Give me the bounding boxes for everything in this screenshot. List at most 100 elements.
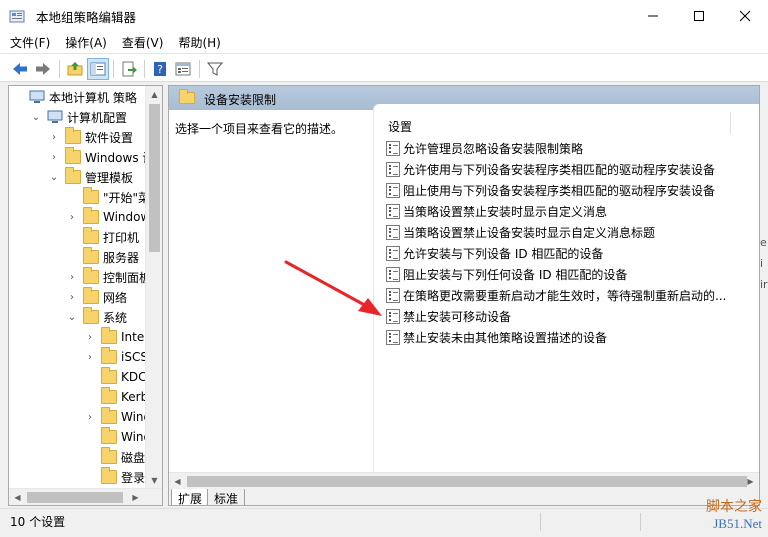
chevron-down-icon[interactable]: ⌄ [47,170,61,184]
filter-button[interactable] [204,58,226,80]
folder-icon [179,89,195,104]
tree-item[interactable]: 登录 [83,467,145,487]
scroll-left-arrow-icon[interactable]: ◀ [169,473,186,490]
folder-icon [101,347,117,364]
menu-action[interactable]: 操作(A) [65,34,107,51]
tree-item[interactable]: › Windows [65,207,157,227]
column-header-setting[interactable]: 设置 [388,118,412,135]
folder-icon [83,247,99,264]
computer-icon [47,110,63,124]
description-text: 选择一个项目来查看它的描述。 [175,122,344,136]
chevron-right-icon[interactable]: › [83,410,97,424]
setting-row[interactable]: 阻止安装与下列任何设备 ID 相匹配的设备 [386,264,627,284]
folder-icon [83,287,99,304]
tree-item[interactable]: 服务器 [65,247,139,267]
tree-vscroll-thumb[interactable] [149,104,160,252]
tree-item-label: 登录 [121,470,146,485]
setting-row[interactable]: 允许管理员忽略设备安装限制策略 [386,138,583,158]
setting-row[interactable]: 禁止安装未由其他策略设置描述的设备 [386,327,607,347]
tab-standard[interactable]: 标准 [207,489,246,505]
setting-row[interactable]: 禁止安装可移动设备 [386,306,511,326]
tree-item[interactable]: › 控制面板 [65,267,151,287]
view-tabs: 扩展 标准 [169,489,759,505]
up-folder-button[interactable] [64,58,86,80]
menu-bar: 文件(F) 操作(A) 查看(V) 帮助(H) [0,31,768,53]
folder-icon [83,207,99,224]
export-list-button[interactable] [118,58,140,80]
chevron-down-icon[interactable]: ⌄ [65,310,79,324]
settings-list[interactable]: 设置 允许管理员忽略设备安装限制策略 允许使用与下列设备安装程序类相匹配的驱动程序… [373,104,759,472]
tree-item[interactable]: › 网络 [65,287,127,307]
tree-item[interactable]: KDC [83,367,147,387]
chevron-right-icon[interactable]: › [47,150,61,164]
show-hide-tree-button[interactable] [87,58,109,80]
tree-item[interactable]: ⌄ 系统 [65,307,127,327]
setting-row[interactable]: 阻止使用与下列设备安装程序类相匹配的驱动程序安装设备 [386,180,715,200]
folder-icon [83,307,99,324]
back-button[interactable] [9,58,31,80]
window-title: 本地组策略编辑器 [36,10,137,25]
tree-horizontal-scrollbar[interactable]: ◀ ▶ [9,488,162,505]
setting-row[interactable]: 在策略更改需要重新启动才能生效时，等待强制重新启动的... [386,285,726,305]
scroll-right-arrow-icon[interactable]: ▶ [742,473,759,490]
scroll-left-arrow-icon[interactable]: ◀ [9,489,26,505]
policy-editor-app-icon [9,10,25,23]
tree-item-label: 网络 [103,290,128,305]
minimize-button[interactable] [630,0,676,31]
folder-icon [101,447,117,464]
tree-item[interactable]: ⌄ 管理模板 [47,167,133,187]
details-pane: 设备安装限制 选择一个项目来查看它的描述。 设置 允许管理员忽略设备安装限制策略… [168,85,760,506]
list-horizontal-scrollbar[interactable]: ◀ ▶ [169,472,759,489]
column-separator[interactable] [730,112,731,134]
tab-extended[interactable]: 扩展 [171,489,210,505]
policy-setting-icon [386,329,400,345]
scroll-right-arrow-icon[interactable]: ▶ [127,489,144,505]
tree-item[interactable]: 本地计算机 策略 [11,87,137,107]
chevron-right-icon[interactable]: › [83,350,97,364]
properties-button[interactable] [172,58,194,80]
scroll-up-arrow-icon[interactable]: ▲ [146,86,162,103]
close-button[interactable] [722,0,768,31]
setting-label: 当策略设置禁止安装时显示自定义消息 [403,204,608,219]
folder-icon [101,427,117,444]
menu-file[interactable]: 文件(F) [10,34,50,51]
status-bar: 10 个设置 [0,508,768,537]
tree-item[interactable]: 打印机 [65,227,139,247]
policy-setting-icon [386,140,400,156]
menu-view[interactable]: 查看(V) [122,34,164,51]
help-button[interactable]: ? [149,58,171,80]
watermark-line2: JB51.Net [713,516,762,531]
chevron-down-icon[interactable]: ⌄ [29,110,43,124]
tree-vertical-scrollbar[interactable]: ▲ ▼ [145,86,162,489]
console-tree-pane[interactable]: 本地计算机 策略 ⌄ 计算机配置 › 软件设置 › Windows 设置 ⌄ 管理模板 "开始"菜… [8,85,163,506]
chevron-right-icon[interactable]: › [65,270,79,284]
policy-setting-icon [386,161,400,177]
setting-row[interactable]: 当策略设置禁止设备安装时显示自定义消息标题 [386,222,655,242]
tree-item-label: 软件设置 [85,130,134,145]
setting-row[interactable]: 当策略设置禁止安装时显示自定义消息 [386,201,607,221]
tree-item-label: 打印机 [103,230,140,245]
tree-hscroll-thumb[interactable] [27,492,123,503]
toolbar-separator [199,60,200,78]
tree-item[interactable]: ⌄ 计算机配置 [29,107,127,127]
forward-button[interactable] [32,58,54,80]
menu-help[interactable]: 帮助(H) [178,34,220,51]
maximize-button[interactable] [676,0,722,31]
chevron-right-icon[interactable]: › [47,130,61,144]
setting-row[interactable]: 允许使用与下列设备安装程序类相匹配的驱动程序安装设备 [386,159,715,179]
list-hscroll-thumb[interactable] [187,476,747,487]
tree-item[interactable]: › 软件设置 [47,127,133,147]
scroll-down-arrow-icon[interactable]: ▼ [146,472,162,489]
setting-row[interactable]: 允许安装与下列设备 ID 相匹配的设备 [386,243,603,263]
tree-item[interactable]: › iSCSI [83,347,152,367]
chevron-right-icon[interactable]: › [65,210,79,224]
chevron-right-icon[interactable]: › [65,290,79,304]
help-icon: ? [154,62,166,76]
chevron-right-icon[interactable]: › [83,330,97,344]
title-bar[interactable]: 本地组策略编辑器 [0,0,768,31]
